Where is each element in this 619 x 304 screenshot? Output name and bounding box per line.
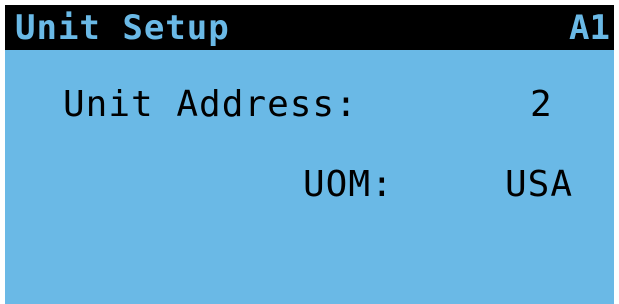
title-bar: Unit Setup A1 [5, 5, 614, 50]
lcd-display: Unit Setup A1 Unit Address: 2 UOM: USA [0, 0, 619, 304]
uom-label: UOM: [303, 164, 394, 205]
unit-address-value[interactable]: 2 [530, 85, 553, 125]
uom-value[interactable]: USA [505, 165, 573, 205]
screen-id: A1 [569, 8, 610, 48]
lcd-screen: Unit Address: 2 UOM: USA [5, 50, 614, 304]
unit-address-label: Unit Address: [63, 84, 358, 125]
bezel-right [614, 0, 619, 304]
screen-title: Unit Setup [15, 8, 230, 48]
